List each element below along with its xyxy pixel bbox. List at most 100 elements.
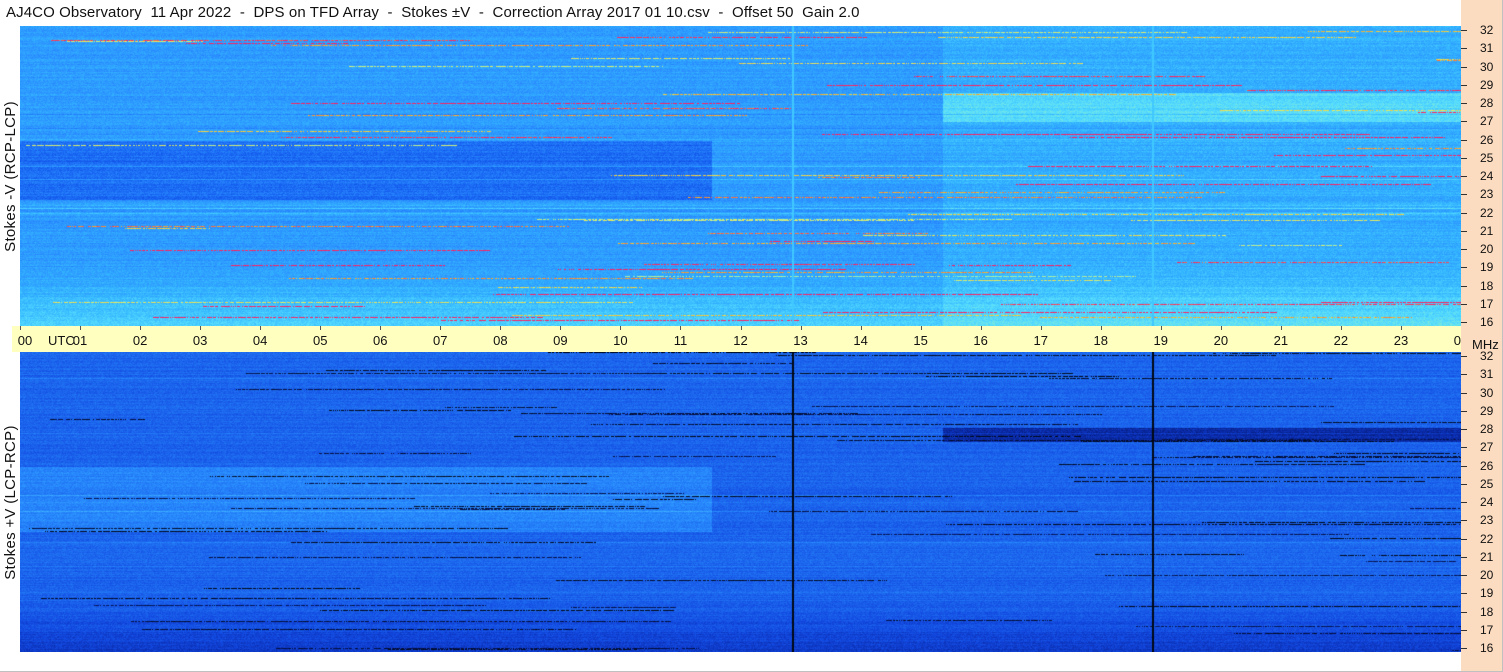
time-tick-label: 09 [553,333,568,348]
time-tick-label: 01 [72,333,88,348]
freq-tick-mark [1461,429,1467,430]
freq-tick-label: 25 [1480,476,1494,491]
time-tick-label: 05 [312,333,328,348]
time-tick-label: 00 [17,333,33,348]
freq-tick-label: 28 [1480,96,1494,110]
freq-tick-label: 20 [1480,568,1494,582]
time-tick-mark [680,326,682,330]
freq-tick-mark [1461,157,1467,159]
time-tick-label: 19 [1153,333,1169,348]
freq-tick-mark [1461,303,1467,305]
freq-tick-mark [1461,593,1467,595]
freq-tick-mark [1461,465,1467,467]
y-label-bottom-text: Stokes +V (LCP-RCP) [1,424,19,580]
time-tick-label: 15 [913,333,928,348]
time-tick-label: 18 [1093,333,1108,348]
time-tick-label: 13 [793,333,808,348]
freq-tick-mark [1461,483,1467,485]
freq-tick-mark [1461,66,1467,68]
time-tick-label: 17 [1033,333,1048,348]
freq-tick-mark [1461,629,1467,631]
freq-tick-mark [1461,392,1467,394]
freq-tick-label: 16 [1480,315,1494,329]
time-tick-label: 06 [373,333,388,348]
freq-tick-label: 21 [1480,223,1494,238]
time-tick-mark [920,326,922,330]
time-tick-label: 12 [733,333,748,348]
freq-tick-mark [1461,249,1467,250]
frequency-unit: MHz [1472,337,1499,352]
time-tick-mark [560,326,562,330]
freq-tick-mark [1461,374,1467,376]
freq-tick-label: 26 [1480,458,1494,473]
freq-tick-label: 17 [1480,622,1494,637]
freq-tick-label: 23 [1480,187,1494,202]
freq-tick-label: 32 [1480,23,1494,37]
time-tick-mark [200,326,202,330]
freq-tick-mark [1461,267,1467,269]
time-tick-label: 02 [132,333,148,348]
freq-tick-mark [1461,48,1467,50]
y-label-bottom: Stokes +V (LCP-RCP) [0,352,20,652]
time-tick-label: 11 [673,333,688,348]
freq-tick-mark [1461,30,1467,31]
freq-tick-label: 22 [1480,531,1494,546]
freq-tick-mark [1461,194,1467,196]
time-tick-mark [740,326,742,330]
time-tick-mark [260,326,262,330]
freq-tick-label: 18 [1480,278,1494,293]
time-tick-label: 04 [252,333,268,348]
freq-tick-label: 25 [1480,150,1494,165]
y-label-top: Stokes -V (RCP-LCP) [0,26,20,326]
freq-tick-label: 27 [1480,114,1494,129]
time-tick-mark [1280,326,1282,330]
freq-tick-label: 23 [1480,513,1494,528]
freq-tick-label: 30 [1480,59,1494,74]
time-tick-mark [1160,326,1162,330]
time-tick-mark [620,326,622,330]
freq-tick-label: 28 [1480,422,1494,436]
time-tick-mark [980,326,982,330]
spectrogram-top [20,26,1461,326]
freq-tick-mark [1461,556,1467,558]
time-tick-label: 23 [1393,333,1409,348]
freq-tick-mark [1461,285,1467,287]
freq-tick-label: 30 [1480,385,1494,400]
time-tick-mark [800,326,802,330]
freq-tick-label: 26 [1480,132,1494,147]
time-tick-mark [500,326,502,330]
freq-tick-label: 31 [1480,367,1494,382]
freq-tick-mark [1461,356,1467,357]
freq-tick-mark [1461,121,1467,123]
time-tick-label: 10 [613,333,628,348]
freq-tick-mark [1461,611,1467,613]
freq-tick-mark [1461,538,1467,540]
freq-tick-label: 29 [1480,77,1494,92]
time-tick-label: 16 [973,333,988,348]
time-tick-label: 08 [493,333,508,348]
freq-tick-mark [1461,103,1467,104]
time-tick-label: 20 [1213,333,1229,348]
time-tick-label: 03 [192,333,208,348]
frequency-axis: 16 17 18 19 20 21 22 23 24 25 26 27 28 29 30 31 32 16 17 18… [1461,0,1503,672]
spectrogram-bottom [20,352,1461,652]
freq-tick-label: 19 [1480,586,1494,601]
freq-tick-label: 16 [1480,641,1494,655]
freq-tick-mark [1461,648,1467,649]
time-tick-mark [1400,326,1402,330]
time-tick-label: 14 [853,333,868,348]
freq-tick-label: 21 [1480,549,1494,564]
time-tick-mark [1040,326,1042,330]
freq-tick-mark [1461,447,1467,449]
freq-tick-label: 29 [1480,403,1494,418]
freq-tick-mark [1461,520,1467,522]
freq-tick-mark [1461,176,1467,177]
freq-tick-mark [1461,410,1467,412]
freq-tick-mark [1461,139,1467,141]
time-tick-label: 07 [433,333,448,348]
time-axis: UTC 00 01 02 03 04 05 06 07 08 09 10 11 12 13 14 15 16 17… [12,326,1475,352]
freq-tick-label: 22 [1480,205,1494,220]
freq-tick-mark [1461,502,1467,503]
time-tick-mark [320,326,322,330]
time-tick-mark [20,326,21,330]
